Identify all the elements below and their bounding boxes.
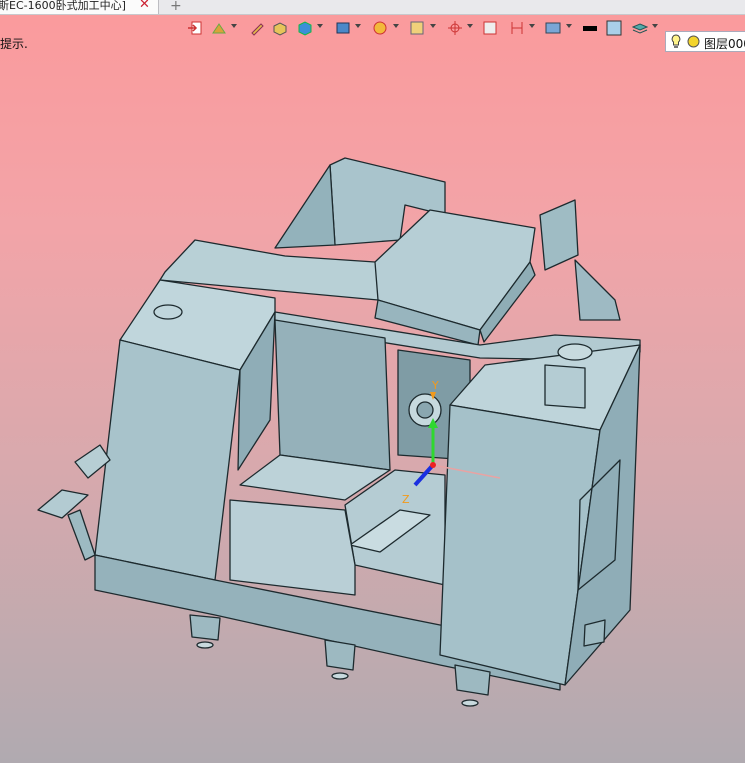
chip-tray bbox=[229, 499, 356, 596]
interior-back-wall bbox=[274, 319, 391, 471]
foot-left bbox=[189, 614, 221, 641]
origin-point bbox=[430, 462, 436, 468]
foot-rear-right bbox=[583, 619, 606, 647]
z-axis-label: Z bbox=[402, 493, 410, 506]
spindle-motor-top bbox=[557, 343, 593, 361]
pendant-arm bbox=[67, 509, 96, 561]
rear-cabinet-side bbox=[274, 164, 336, 249]
rear-right-bracket bbox=[574, 259, 621, 321]
cad-viewport[interactable]: Y Z bbox=[0, 0, 745, 763]
left-enclosure-front bbox=[94, 339, 241, 581]
spindle-bore bbox=[416, 401, 434, 419]
y-axis-label: Y bbox=[431, 379, 439, 392]
leveling-pad-center bbox=[331, 672, 349, 680]
spindle-motor bbox=[544, 364, 586, 409]
rear-column bbox=[539, 199, 579, 271]
leveling-pad-left bbox=[196, 641, 214, 649]
foot-center bbox=[324, 639, 356, 671]
leveling-pad-right bbox=[461, 699, 479, 707]
